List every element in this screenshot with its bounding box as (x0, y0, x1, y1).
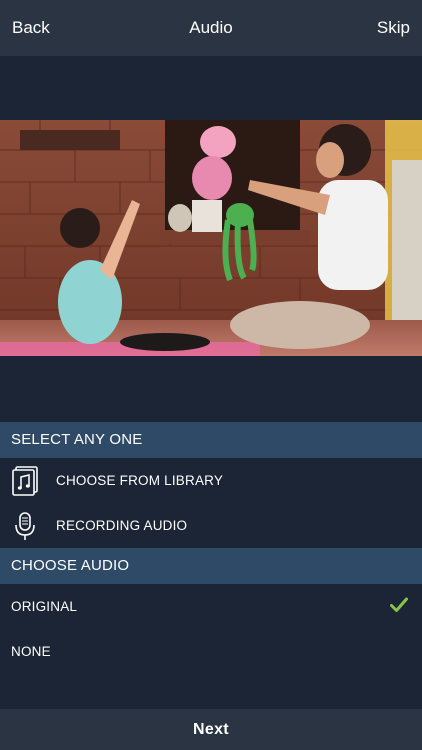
next-button[interactable]: Next (0, 709, 422, 750)
page-title: Audio (189, 18, 233, 37)
choose-from-library-label: CHOOSE FROM LIBRARY (56, 473, 224, 488)
video-thumbnail (0, 120, 422, 356)
microphone-icon (15, 512, 35, 540)
audio-option-none[interactable]: NONE (0, 629, 422, 674)
bottom-bar: Next (0, 709, 422, 750)
checkmark-icon (390, 597, 408, 612)
recording-audio-row[interactable]: RECORDING AUDIO (0, 503, 422, 548)
select-section-header: SELECT ANY ONE (0, 422, 422, 458)
choose-audio-header: CHOOSE AUDIO (0, 548, 422, 584)
skip-button[interactable]: Skip (377, 0, 410, 49)
video-preview[interactable] (0, 120, 422, 356)
top-nav-bar: Back Audio Skip (0, 0, 422, 56)
audio-option-original-label: ORIGINAL (11, 599, 78, 614)
preview-area (0, 56, 422, 422)
audio-option-none-label: NONE (11, 644, 51, 659)
audio-screen: Back Audio Skip SELECT ANY ONE CHOOSE FR… (0, 0, 422, 750)
recording-audio-label: RECORDING AUDIO (56, 518, 188, 533)
music-library-icon (12, 466, 38, 496)
audio-option-original[interactable]: ORIGINAL (0, 584, 422, 629)
choose-from-library-row[interactable]: CHOOSE FROM LIBRARY (0, 458, 422, 503)
